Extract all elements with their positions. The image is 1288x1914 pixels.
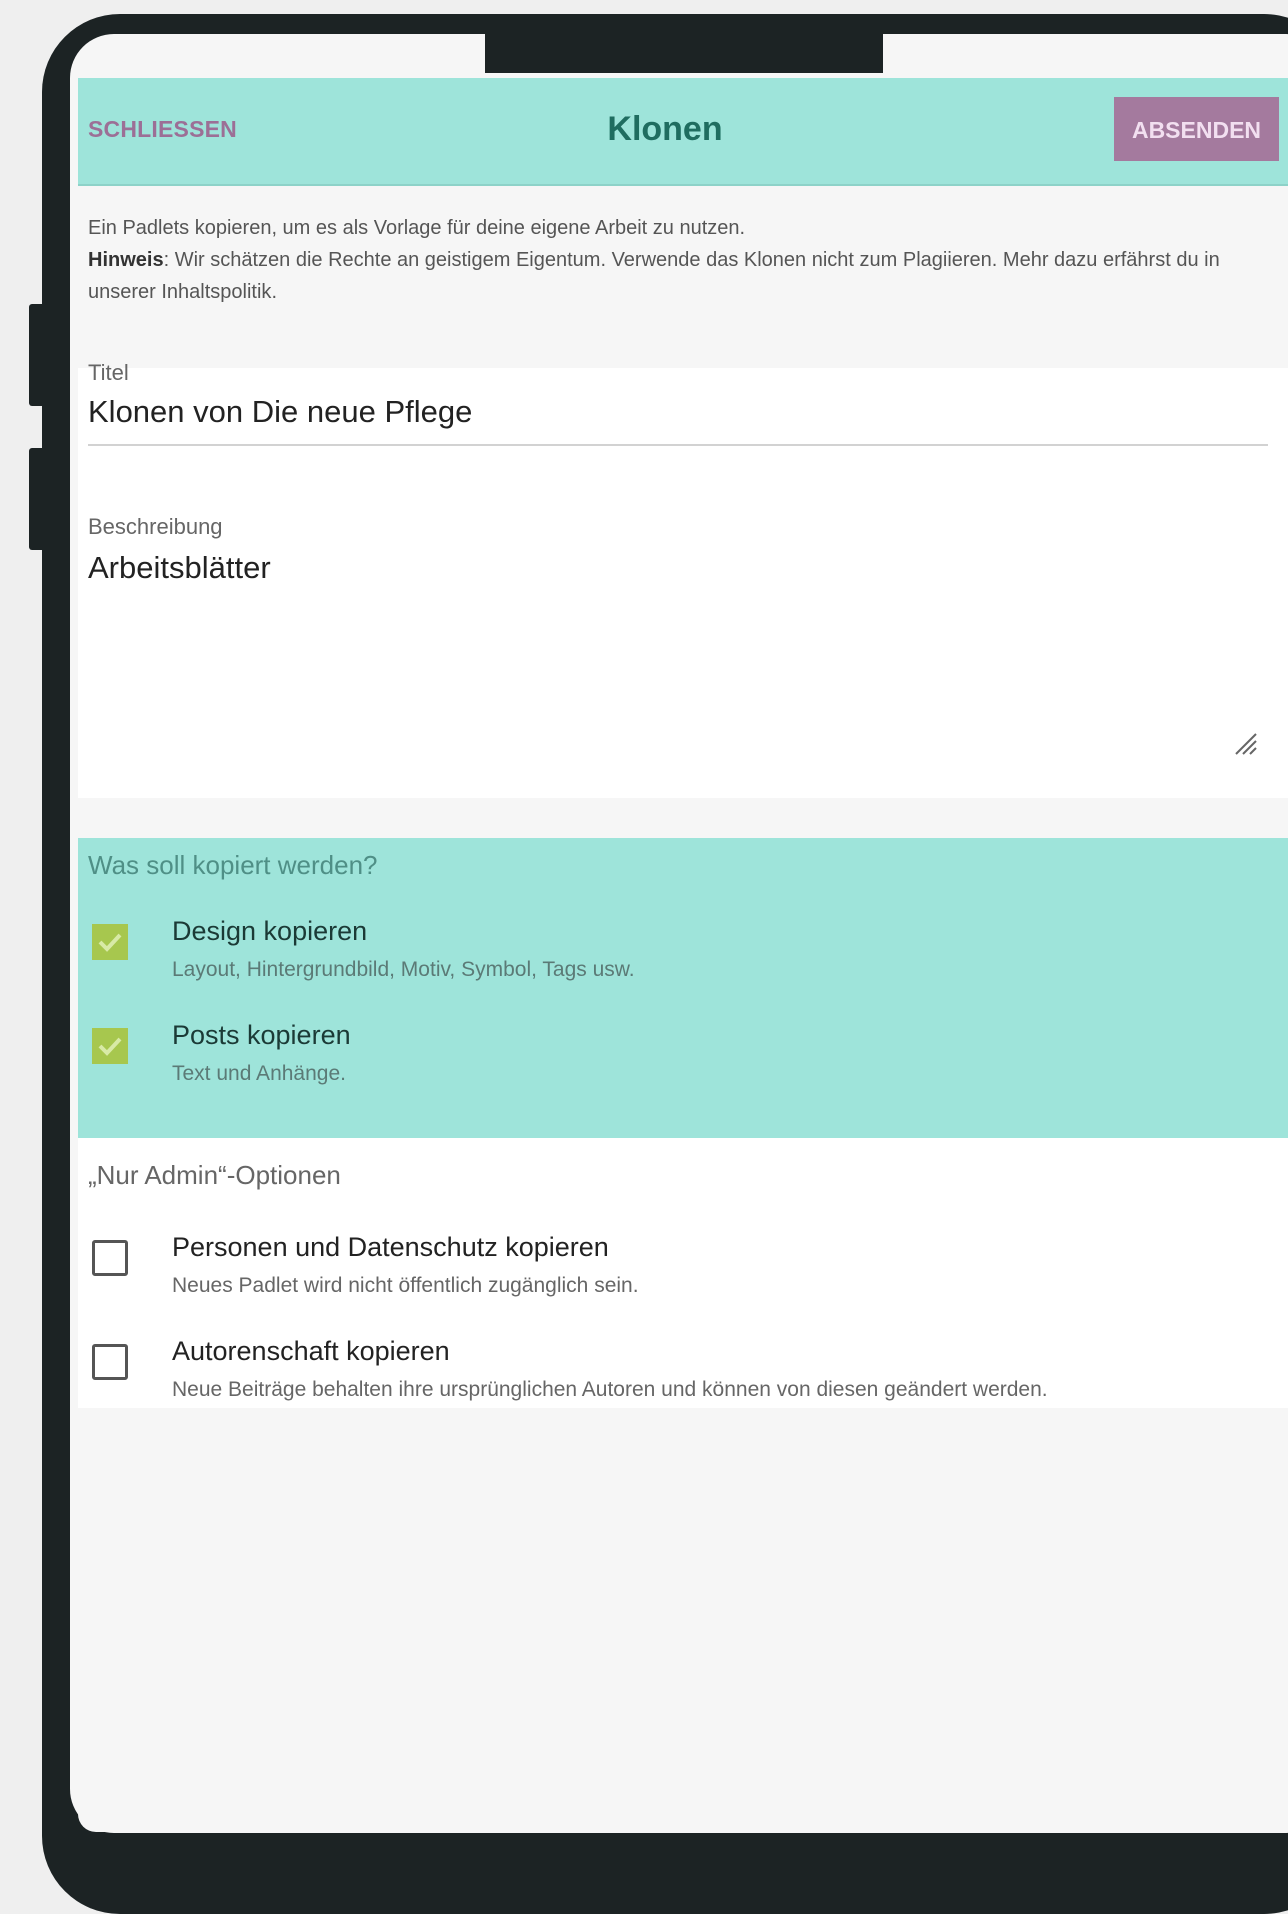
design-checkbox[interactable] xyxy=(92,924,128,960)
copy-options-panel: Was soll kopiert werden? Design kopieren… xyxy=(78,838,1288,1138)
content-policy-link[interactable]: Inhaltspolitik xyxy=(161,281,271,303)
option-title: Design kopieren xyxy=(172,916,368,946)
dialog-title: Klonen xyxy=(607,110,723,148)
option-description: Text und Anhänge. xyxy=(172,1062,346,1085)
option-description: Layout, Hintergrundbild, Motiv, Symbol, … xyxy=(172,958,635,981)
title-underline xyxy=(88,444,1268,446)
intro-line: Ein Padlets kopieren, um es als Vorlage … xyxy=(88,217,746,239)
admin-options-heading: „Nur Admin“-Optionen xyxy=(88,1160,341,1190)
submit-button[interactable]: ABSENDEN xyxy=(1114,97,1279,161)
clone-dialog: SCHLIESSEN Klonen ABSENDEN Ein Padlets k… xyxy=(78,78,1288,1832)
option-title: Posts kopieren xyxy=(172,1020,351,1050)
copy-options-heading: Was soll kopiert werden? xyxy=(88,850,378,880)
intro-text: Ein Padlets kopieren, um es als Vorlage … xyxy=(88,212,1288,308)
option-description: Neues Padlet wird nicht öffentlich zugän… xyxy=(172,1274,639,1297)
description-label: Beschreibung xyxy=(88,514,223,539)
resize-handle-icon[interactable] xyxy=(1232,730,1258,756)
check-icon xyxy=(98,1037,122,1056)
authorship-checkbox[interactable] xyxy=(92,1344,128,1380)
title-label: Titel xyxy=(88,360,129,385)
posts-checkbox[interactable] xyxy=(92,1028,128,1064)
dialog-header: SCHLIESSEN Klonen ABSENDEN xyxy=(78,78,1288,186)
hint-end: . xyxy=(271,281,277,303)
hint-label: Hinweis xyxy=(88,249,164,271)
check-icon xyxy=(98,933,122,952)
option-title: Autorenschaft kopieren xyxy=(172,1336,450,1366)
option-title: Personen und Datenschutz kopieren xyxy=(172,1232,609,1262)
camera-notch xyxy=(485,34,883,73)
privacy-checkbox[interactable] xyxy=(92,1240,128,1276)
title-input[interactable] xyxy=(88,394,1268,430)
description-textarea[interactable]: Arbeitsblätter xyxy=(88,550,1268,586)
option-description: Neue Beiträge behalten ihre ursprünglich… xyxy=(172,1378,1048,1401)
admin-options-panel: „Nur Admin“-Optionen Personen und Datens… xyxy=(78,1138,1288,1408)
